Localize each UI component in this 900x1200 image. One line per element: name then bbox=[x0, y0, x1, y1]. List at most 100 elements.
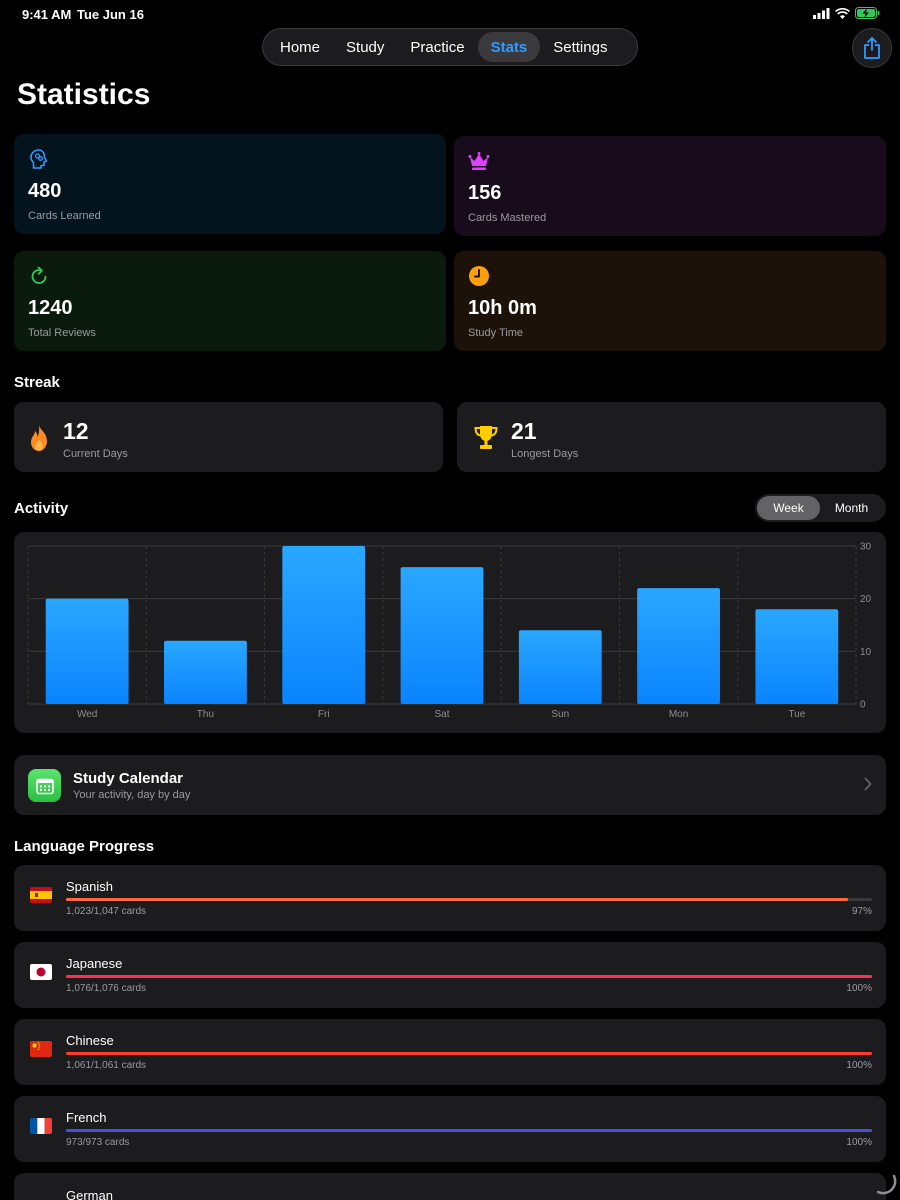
brain-head-icon bbox=[30, 149, 48, 169]
bar-wed bbox=[45, 598, 129, 704]
france-flag-icon bbox=[30, 1118, 52, 1134]
segment-month[interactable]: Month bbox=[820, 496, 883, 520]
progress-track bbox=[66, 898, 872, 901]
status-icons bbox=[813, 7, 880, 19]
y-tick-label: 10 bbox=[860, 647, 872, 658]
total-reviews-label: Total Reviews bbox=[28, 327, 96, 339]
x-tick-label: Thu bbox=[197, 709, 214, 720]
language-name: Chinese bbox=[66, 1033, 114, 1048]
language-progress-section-title: Language Progress bbox=[14, 838, 155, 855]
status-bar: 9:41 AM Tue Jun 16 bbox=[0, 0, 900, 28]
refresh-icon bbox=[31, 266, 47, 284]
clock-icon bbox=[469, 266, 489, 286]
bar-thu bbox=[164, 640, 247, 704]
status-time: 9:41 AM bbox=[22, 7, 72, 22]
activity-chart-card: 0 10 20 30 Wed Thu Fri Sat Sun Mon Tue bbox=[14, 532, 886, 733]
study-calendar-row[interactable]: Study Calendar Your activity, day by day bbox=[14, 755, 886, 815]
china-flag-icon bbox=[30, 1041, 52, 1057]
stat-card-total-reviews: 1240 Total Reviews bbox=[14, 251, 446, 351]
share-button[interactable] bbox=[852, 28, 892, 68]
longest-streak-value: 21 bbox=[511, 418, 537, 444]
language-row-spanish[interactable]: Spanish 1,023/1,047 cards 97% bbox=[14, 865, 886, 931]
bar-mon bbox=[637, 588, 720, 704]
y-tick-label: 30 bbox=[860, 542, 872, 553]
language-name: Spanish bbox=[66, 879, 113, 894]
progress-track bbox=[66, 1129, 872, 1132]
total-reviews-value: 1240 bbox=[28, 297, 73, 319]
stat-card-cards-learned: 480 Cards Learned bbox=[14, 134, 446, 234]
cards-mastered-label: Cards Mastered bbox=[468, 212, 547, 224]
tab-practice[interactable]: Practice bbox=[397, 32, 477, 62]
status-date: Tue Jun 16 bbox=[77, 7, 144, 22]
cards-mastered-value: 156 bbox=[468, 182, 502, 204]
bar-tue bbox=[755, 609, 839, 704]
progress-track bbox=[66, 1052, 872, 1055]
progress-fill bbox=[66, 975, 872, 978]
share-icon bbox=[864, 37, 880, 59]
y-tick-label: 0 bbox=[860, 700, 866, 711]
study-time-value: 10h 0m bbox=[468, 297, 537, 319]
tab-study[interactable]: Study bbox=[333, 32, 397, 62]
x-tick-label: Tue bbox=[788, 709, 805, 720]
tab-settings[interactable]: Settings bbox=[540, 32, 620, 62]
progress-track bbox=[66, 975, 872, 978]
spain-flag-icon bbox=[30, 887, 52, 903]
progress-fill bbox=[66, 1052, 872, 1055]
page-title: Statistics bbox=[17, 78, 151, 111]
progress-fill bbox=[66, 898, 848, 901]
language-percent: 100% bbox=[846, 1137, 872, 1148]
x-tick-label: Wed bbox=[77, 709, 97, 720]
top-tab-bar: Home Study Practice Stats Settings bbox=[262, 28, 638, 66]
language-name: French bbox=[66, 1110, 107, 1125]
language-row-french[interactable]: French 973/973 cards 100% bbox=[14, 1096, 886, 1162]
language-percent: 97% bbox=[851, 906, 872, 917]
y-tick-label: 20 bbox=[860, 594, 872, 605]
segment-week[interactable]: Week bbox=[757, 496, 820, 520]
cards-learned-value: 480 bbox=[28, 180, 62, 202]
current-streak-card: 12 Current Days bbox=[14, 402, 443, 472]
language-name: Japanese bbox=[66, 956, 123, 971]
tab-home[interactable]: Home bbox=[267, 32, 333, 62]
activity-section-title: Activity bbox=[14, 500, 69, 517]
cellular-signal-icon bbox=[813, 7, 830, 19]
longest-streak-card: 21 Longest Days bbox=[457, 402, 886, 472]
language-row-chinese[interactable]: Chinese 1,061/1,061 cards 100% bbox=[14, 1019, 886, 1085]
study-calendar-title: Study Calendar bbox=[73, 770, 184, 787]
bar-fri bbox=[282, 546, 366, 704]
stat-card-cards-mastered: 156 Cards Mastered bbox=[454, 136, 886, 236]
language-name: German bbox=[66, 1188, 113, 1200]
flame-icon bbox=[31, 425, 47, 451]
x-tick-label: Fri bbox=[318, 709, 330, 720]
activity-range-segmented-control: Week Month bbox=[755, 494, 886, 522]
trophy-icon bbox=[474, 426, 498, 449]
language-card-count: 973/973 cards bbox=[66, 1137, 130, 1148]
bar-sat bbox=[400, 567, 484, 704]
chevron-right-icon bbox=[864, 777, 872, 791]
japan-flag-icon bbox=[30, 964, 52, 980]
study-calendar-subtitle: Your activity, day by day bbox=[73, 789, 191, 801]
calendar-icon bbox=[28, 769, 61, 802]
tab-stats[interactable]: Stats bbox=[477, 32, 541, 62]
wifi-icon bbox=[835, 7, 850, 19]
longest-streak-label: Longest Days bbox=[511, 448, 579, 460]
language-percent: 100% bbox=[846, 1060, 872, 1071]
progress-fill bbox=[66, 1129, 872, 1132]
language-row-japanese[interactable]: Japanese 1,076/1,076 cards 100% bbox=[14, 942, 886, 1008]
bar-sun bbox=[518, 630, 602, 704]
language-percent: 100% bbox=[846, 983, 872, 994]
current-streak-value: 12 bbox=[63, 418, 89, 444]
language-row-german[interactable]: German bbox=[14, 1173, 886, 1200]
stat-card-study-time: 10h 0m Study Time bbox=[454, 251, 886, 351]
current-streak-label: Current Days bbox=[63, 448, 128, 460]
language-card-count: 1,076/1,076 cards bbox=[66, 983, 147, 994]
language-card-count: 1,061/1,061 cards bbox=[66, 1060, 147, 1071]
loading-spinner-icon bbox=[876, 1174, 897, 1195]
language-card-count: 1,023/1,047 cards bbox=[66, 906, 147, 917]
crown-icon bbox=[468, 152, 490, 170]
x-tick-label: Sun bbox=[551, 709, 569, 720]
streak-section-title: Streak bbox=[14, 374, 60, 391]
x-tick-label: Mon bbox=[669, 709, 688, 720]
study-time-label: Study Time bbox=[468, 327, 524, 339]
cards-learned-label: Cards Learned bbox=[28, 210, 101, 222]
x-tick-label: Sat bbox=[434, 709, 449, 720]
